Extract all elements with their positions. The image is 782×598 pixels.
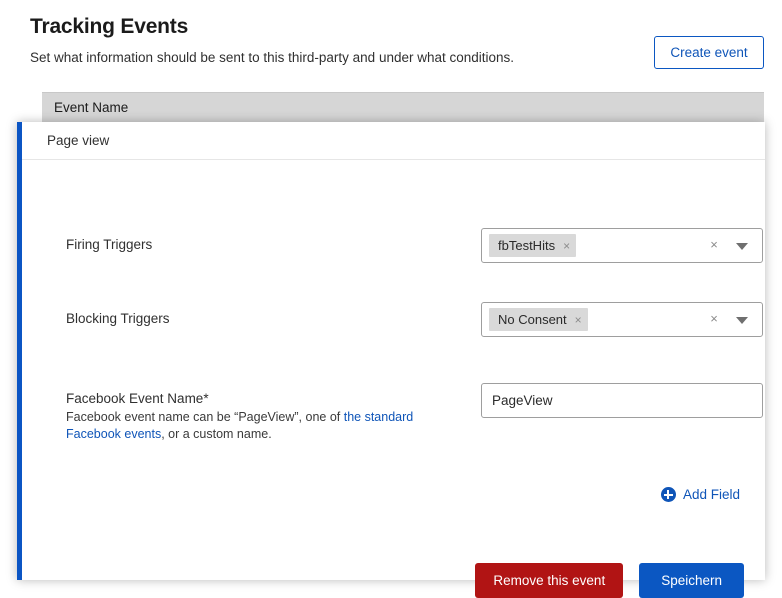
panel-body: Page view Firing Triggers fbTestHits × ×… [22, 122, 765, 598]
blocking-triggers-chevron-down-icon[interactable] [736, 317, 748, 324]
blocking-triggers-clear-icon[interactable]: × [707, 312, 721, 326]
remove-event-button[interactable]: Remove this event [475, 563, 624, 598]
help-text-suffix: , or a custom name. [161, 427, 272, 441]
blocking-triggers-label: Blocking Triggers [66, 311, 170, 326]
firing-triggers-chip-label: fbTestHits [498, 238, 556, 253]
help-text-prefix: Facebook event name can be “PageView”, o… [66, 410, 344, 424]
blocking-triggers-chip-label: No Consent [498, 312, 567, 327]
facebook-event-name-help-text: Facebook event name can be “PageView”, o… [66, 409, 456, 443]
firing-triggers-chip: fbTestHits × [489, 234, 577, 257]
facebook-event-name-label: Facebook Event Name* [66, 391, 209, 406]
blocking-triggers-chip-remove-icon[interactable]: × [575, 314, 582, 326]
plus-circle-icon [660, 487, 676, 502]
form-row-facebook-event-name: Facebook Event Name* Facebook event name… [22, 383, 765, 450]
firing-triggers-chevron-down-icon[interactable] [736, 243, 748, 250]
panel-footer: Remove this event Speichern [475, 563, 744, 598]
create-event-button[interactable]: Create event [654, 36, 764, 69]
blocking-triggers-multiselect[interactable]: No Consent × × [481, 302, 763, 337]
add-field-label: Add Field [682, 487, 740, 502]
form-row-blocking-triggers: Blocking Triggers No Consent × × [22, 302, 765, 356]
panel-header-title: Page view [22, 122, 765, 160]
table-column-header-event-name: Event Name [42, 92, 764, 122]
events-table: Event Name [42, 92, 764, 122]
add-field-button[interactable]: Add Field [660, 487, 740, 502]
blocking-triggers-chip: No Consent × [489, 308, 588, 331]
firing-triggers-label: Firing Triggers [66, 237, 153, 252]
save-button[interactable]: Speichern [639, 563, 744, 598]
firing-triggers-clear-icon[interactable]: × [707, 238, 721, 252]
facebook-event-name-input[interactable] [481, 383, 763, 418]
firing-triggers-multiselect[interactable]: fbTestHits × × [481, 228, 763, 263]
form-row-firing-triggers: Firing Triggers fbTestHits × × [22, 228, 765, 282]
firing-triggers-chip-remove-icon[interactable]: × [563, 240, 570, 252]
event-detail-panel: Page view Firing Triggers fbTestHits × ×… [17, 122, 765, 598]
